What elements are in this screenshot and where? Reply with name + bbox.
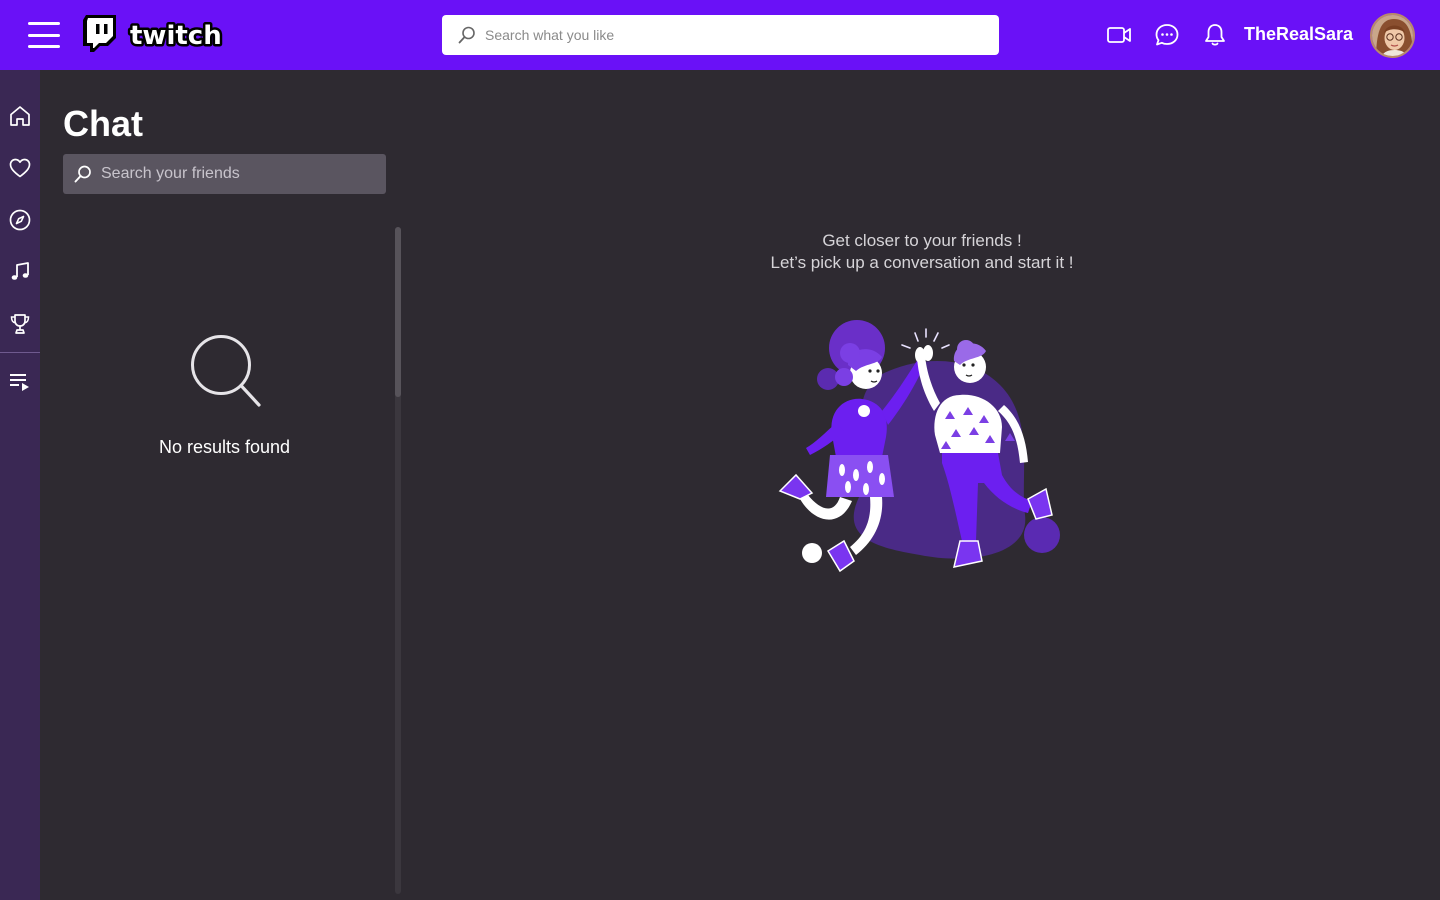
heart-icon[interactable]: [8, 156, 32, 180]
scrollbar-thumb[interactable]: [395, 227, 401, 397]
friends-scrollbar[interactable]: [395, 227, 401, 894]
playlist-icon[interactable]: [8, 370, 32, 394]
username-label[interactable]: TheRealSara: [1244, 24, 1353, 45]
high-five-illustration: [778, 320, 1060, 573]
page-title: Chat: [63, 103, 143, 144]
left-rail: [0, 70, 40, 900]
video-camera-icon[interactable]: [1106, 22, 1132, 48]
twitch-logo[interactable]: twitch twitch: [80, 12, 225, 56]
friend-search-input[interactable]: [101, 154, 381, 194]
chat-bubble-icon[interactable]: [1154, 22, 1180, 48]
svg-text:twitch: twitch: [130, 21, 222, 51]
rail-divider: [0, 352, 40, 353]
magnifier-icon: [191, 335, 261, 407]
avatar[interactable]: [1370, 13, 1415, 58]
prompt-line-1: Get closer to your friends !: [822, 231, 1022, 250]
menu-icon[interactable]: [28, 22, 60, 48]
bell-icon[interactable]: [1202, 22, 1228, 48]
home-icon[interactable]: [8, 104, 32, 128]
compass-icon[interactable]: [8, 208, 32, 232]
music-note-icon[interactable]: [8, 260, 32, 284]
empty-state-text: No results found: [158, 437, 291, 457]
global-search-input[interactable]: [485, 15, 985, 55]
global-search[interactable]: [442, 15, 999, 55]
search-icon: [74, 165, 91, 183]
prompt-line-2: Let’s pick up a conversation and start i…: [770, 253, 1074, 272]
friend-search[interactable]: [63, 154, 386, 194]
trophy-icon[interactable]: [8, 312, 32, 336]
top-bar: twitch twitch TheRealSara: [0, 0, 1440, 70]
search-icon: [458, 26, 475, 44]
conversation-prompt: Get closer to your friends ! Let’s pick …: [700, 230, 1144, 274]
